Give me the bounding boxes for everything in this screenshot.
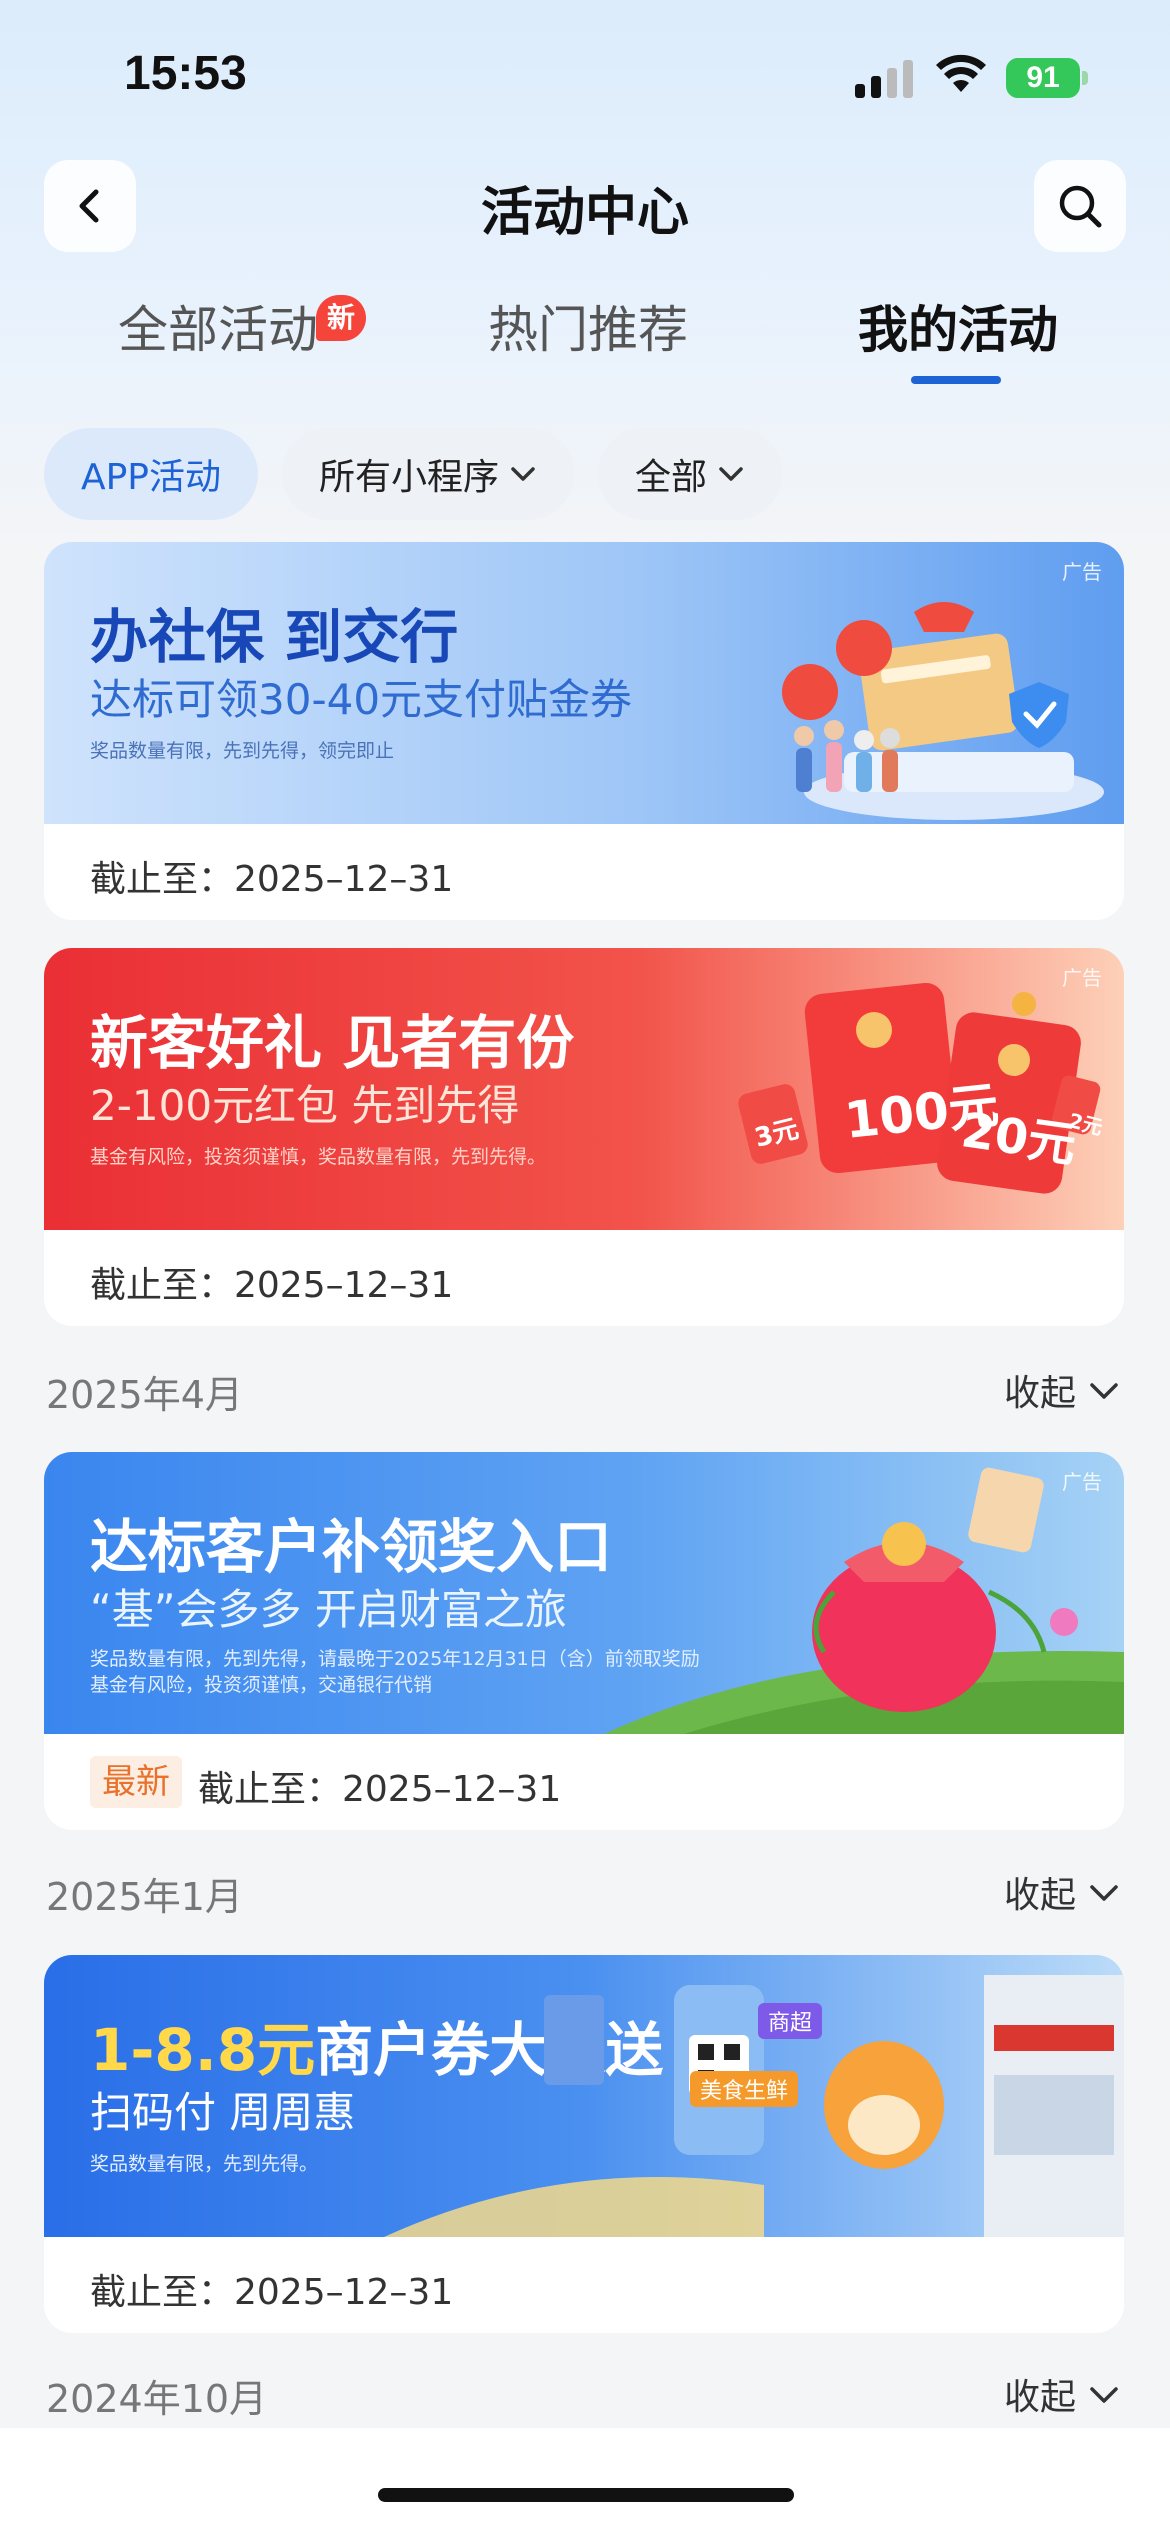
activity-banner[interactable]: 广告 1-8.8元商户券大放送 扫码付 周周惠 奖品数量有限，先到先得。 商超 …: [44, 1955, 1124, 2237]
deadline-text: 截止至：2025–12–31: [90, 2272, 454, 2313]
card-footer: 截止至：2025–12–31: [44, 1230, 1124, 1326]
filter-all-dropdown[interactable]: 全部: [598, 428, 782, 520]
collapse-label: 收起: [1003, 2377, 1076, 2418]
collapse-button[interactable]: 收起: [1004, 1866, 1120, 1918]
home-indicator[interactable]: [378, 2488, 794, 2502]
cellular-signal-icon: [855, 58, 915, 98]
banner-note: 基金有风险，投资须谨慎，奖品数量有限，先到先得。: [90, 1146, 547, 1168]
tag-fresh-food: 美食生鲜: [690, 2071, 799, 2107]
active-tab-indicator: [911, 376, 1001, 384]
section-header: 2025年4月 收起: [0, 1358, 1170, 1418]
section-date: 2025年1月: [46, 1875, 243, 1919]
status-time: 15:53: [124, 47, 247, 100]
battery-icon: 91: [1006, 58, 1088, 98]
deadline-text: 截止至：2025–12–31: [90, 859, 454, 900]
activity-card[interactable]: 广告 1-8.8元商户券大放送 扫码付 周周惠 奖品数量有限，先到先得。 商超 …: [44, 1955, 1124, 2333]
banner-subtitle: 扫码付 周周惠: [90, 2088, 356, 2137]
banner-title: 新客好礼 见者有份: [90, 1009, 575, 1077]
card-footer: 截止至：2025–12–31: [44, 824, 1124, 920]
activity-card[interactable]: 广告 办社保 到交行 达标可领30-40元支付贴金券 奖品数量有限，先到先得，领…: [44, 542, 1124, 920]
social-security-illustration: [782, 602, 1104, 820]
new-badge: 新: [316, 295, 366, 341]
tab-bar: 全部活动 热门推荐 我的活动: [0, 290, 1170, 390]
collapse-button[interactable]: 收起: [1004, 2368, 1120, 2420]
status-bar: 15:53 91: [0, 0, 1170, 150]
deadline-text: 截止至：2025–12–31: [90, 1265, 454, 1306]
card-footer: 截止至：2025–12–31: [44, 2237, 1124, 2333]
deadline-text: 截止至：2025–12–31: [198, 1769, 562, 1810]
collapse-button[interactable]: 收起: [1004, 1364, 1120, 1416]
latest-tag: 最新: [90, 1756, 182, 1808]
tab-hot-recommend[interactable]: 热门推荐: [488, 290, 688, 362]
search-button[interactable]: [1034, 160, 1126, 252]
activity-banner[interactable]: 广告 办社保 到交行 达标可领30-40元支付贴金券 奖品数量有限，先到先得，领…: [44, 542, 1124, 824]
battery-level: 91: [1006, 58, 1080, 98]
filter-mini-label: 所有小程序: [318, 457, 499, 498]
filter-app-activities[interactable]: APP活动: [44, 428, 258, 520]
filter-bar: APP活动 所有小程序 全部: [0, 428, 1170, 520]
search-icon: [1059, 185, 1102, 228]
tab-my-activities[interactable]: 我的活动: [858, 290, 1058, 362]
activity-card[interactable]: 广告 新客好礼 见者有份 2-100元红包 先到先得 基金有风险，投资须谨慎，奖…: [44, 948, 1124, 1326]
section-date: 2025年4月: [46, 1373, 243, 1417]
banner-subtitle: “基”会多多 开启财富之旅: [90, 1585, 567, 1634]
banner-subtitle: 2-100元红包 先到先得: [90, 1081, 520, 1130]
filter-app-label: APP活动: [80, 457, 222, 498]
banner-title-highlight: 1-8.8元: [90, 2016, 316, 2084]
collapse-label: 收起: [1003, 1875, 1076, 1916]
filter-mini-programs-dropdown[interactable]: 所有小程序: [282, 428, 574, 520]
section-header: 2025年1月 收起: [0, 1860, 1170, 1920]
page-title: 活动中心: [480, 183, 689, 243]
tab-all-activities[interactable]: 全部活动: [118, 290, 318, 362]
banner-title: 达标客户补领奖入口: [90, 1513, 613, 1581]
activity-banner[interactable]: 广告 新客好礼 见者有份 2-100元红包 先到先得 基金有风险，投资须谨慎，奖…: [44, 948, 1124, 1230]
home-bar-area: [0, 2428, 1170, 2532]
activity-banner[interactable]: 广告 达标客户补领奖入口 “基”会多多 开启财富之旅 奖品数量有限，先到先得，请…: [44, 1452, 1124, 1734]
activity-card[interactable]: 广告 达标客户补领奖入口 “基”会多多 开启财富之旅 奖品数量有限，先到先得，请…: [44, 1452, 1124, 1830]
filter-all-label: 全部: [634, 457, 707, 498]
banner-note: 奖品数量有限，先到先得。: [90, 2153, 319, 2175]
chevron-down-icon: [719, 467, 743, 481]
collapse-label: 收起: [1003, 1373, 1076, 1414]
banner-title: 办社保 到交行: [90, 603, 459, 671]
card-footer: 最新 截止至：2025–12–31: [44, 1734, 1124, 1830]
navigation-bar: 活动中心: [0, 160, 1170, 252]
chevron-down-icon: [511, 467, 535, 481]
tag-supermarket: 商超: [758, 2003, 823, 2039]
chevron-down-icon: [1090, 1383, 1118, 1399]
section-header: 2024年10月 收起: [0, 2362, 1170, 2422]
banner-note: 奖品数量有限，先到先得，领完即止: [90, 740, 395, 762]
section-date: 2024年10月: [46, 2377, 268, 2421]
banner-subtitle: 达标可领30-40元支付贴金券: [90, 675, 633, 724]
chevron-down-icon: [1090, 1885, 1118, 1901]
chevron-down-icon: [1090, 2387, 1118, 2403]
wifi-icon: [936, 54, 986, 92]
lucky-bag-illustration: [604, 1467, 1124, 1734]
